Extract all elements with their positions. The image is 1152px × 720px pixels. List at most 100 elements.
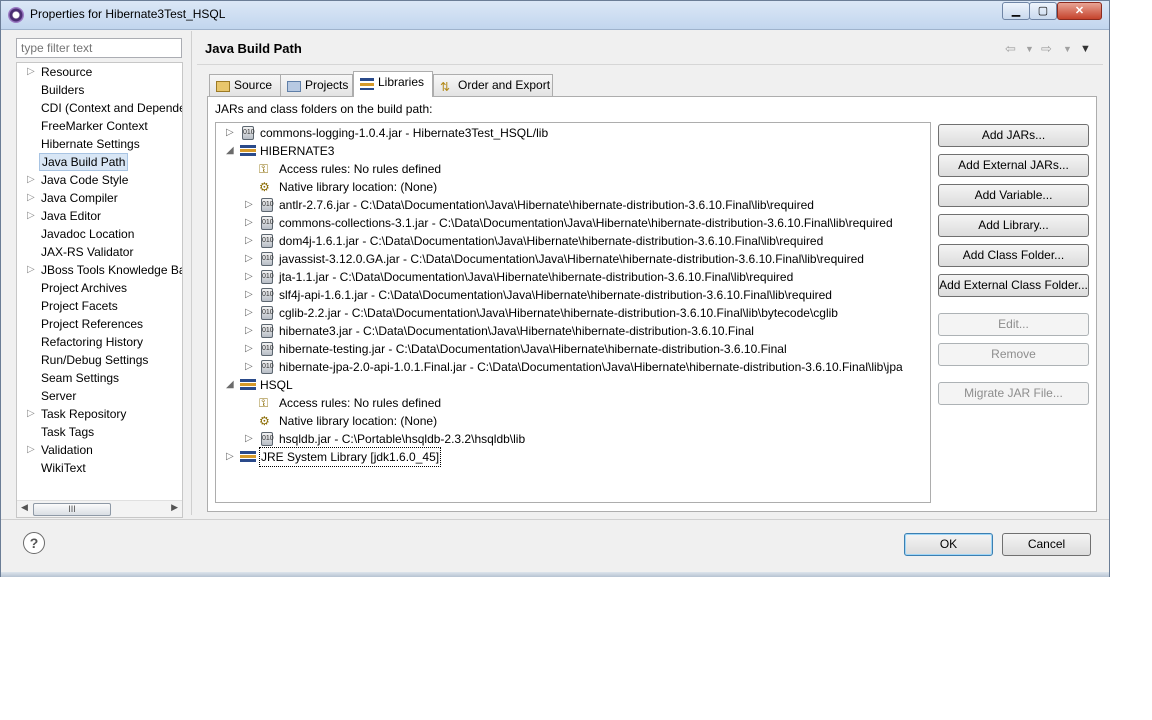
tab-source[interactable]: Source [209, 74, 281, 96]
expand-arrow-icon[interactable]: ▷ [27, 207, 37, 225]
nav-item-label: Validation [41, 443, 93, 457]
expand-arrow-icon[interactable]: ▷ [245, 250, 255, 268]
build-path-entry[interactable]: ◢ HIBERNATE3 [216, 142, 930, 160]
migrate-jar-button[interactable]: Migrate JAR File... [938, 382, 1089, 405]
jar-icon: 010 [261, 252, 274, 266]
entry-label: Native library location: (None) [279, 414, 438, 428]
filter-input[interactable] [16, 38, 182, 58]
expand-arrow-icon[interactable]: ▷ [245, 214, 255, 232]
scroll-right-icon[interactable]: ▶ [171, 502, 178, 513]
build-path-tree[interactable]: ▷ 010 commons-logging-1.0.4.jar - Hibernat… [215, 122, 931, 503]
nav-item-label: Task Repository [41, 407, 127, 421]
expand-arrow-icon[interactable]: ▷ [245, 232, 255, 250]
add-jars-button[interactable]: Add JARs... [938, 124, 1089, 147]
jar-icon: 010 [261, 324, 274, 338]
build-path-entry[interactable]: ▷ 010 cglib-2.2.jar - C:\Data\Documentatio… [216, 304, 930, 322]
expand-arrow-icon[interactable]: ▷ [27, 405, 37, 423]
source-folder-icon [216, 81, 230, 92]
jar-icon: 010 [261, 270, 274, 284]
expand-arrow-icon[interactable]: ▷ [27, 63, 37, 81]
library-icon [240, 450, 256, 464]
remove-button[interactable]: Remove [938, 343, 1089, 366]
expand-arrow-icon[interactable]: ▷ [226, 448, 236, 466]
build-path-entry[interactable]: ▷ 010 commons-logging-1.0.4.jar - Hibernat… [216, 124, 930, 142]
build-path-entry[interactable]: ▷ 010 hibernate-jpa-2.0-api-1.0.1.Final.ja… [216, 358, 930, 376]
expand-arrow-icon[interactable]: ▷ [245, 304, 255, 322]
forward-arrow-icon[interactable]: ⇨ [1041, 41, 1052, 57]
tab-order-export[interactable]: ⇅ Order and Export [433, 74, 553, 96]
add-library-button[interactable]: Add Library... [938, 214, 1089, 237]
nav-item-label: Java Compiler [41, 191, 118, 205]
edit-button[interactable]: Edit... [938, 313, 1089, 336]
entry-label: cglib-2.2.jar - C:\Data\Documentation\Ja… [279, 306, 838, 320]
add-external-class-folder-button[interactable]: Add External Class Folder... [938, 274, 1089, 297]
build-path-entry[interactable]: ⚿ Access rules: No rules defined [216, 160, 930, 178]
window-bottom-edge [1, 572, 1109, 577]
build-path-entry[interactable]: ▷ 010 jta-1.1.jar - C:\Data\Documentation\… [216, 268, 930, 286]
ok-button[interactable]: OK [904, 533, 993, 556]
collapse-arrow-icon[interactable]: ◢ [226, 142, 236, 160]
entry-label: HIBERNATE3 [260, 144, 335, 158]
back-menu-icon[interactable]: ▼ [1025, 44, 1034, 54]
view-menu-icon[interactable]: ▼ [1080, 43, 1091, 55]
window-title: Properties for Hibernate3Test_HSQL [30, 7, 226, 21]
build-path-entry[interactable]: ⚿ Access rules: No rules defined [216, 394, 930, 412]
add-class-folder-button[interactable]: Add Class Folder... [938, 244, 1089, 267]
nav-item-label: Resource [41, 65, 93, 79]
build-path-entry[interactable]: ▷ JRE System Library [jdk1.6.0_45] [216, 447, 930, 467]
scroll-thumb[interactable]: III [33, 503, 111, 516]
jar-icon: 010 [261, 432, 274, 446]
tab-libraries[interactable]: Libraries [353, 71, 433, 97]
nav-horizontal-scrollbar[interactable]: ◀ III ▶ [17, 500, 182, 517]
expand-arrow-icon[interactable]: ▷ [27, 171, 37, 189]
add-external-jars-button[interactable]: Add External JARs... [938, 154, 1089, 177]
cancel-button[interactable]: Cancel [1002, 533, 1091, 556]
build-path-entry[interactable]: ⚙ Native library location: (None) [216, 178, 930, 196]
build-path-entry[interactable]: ▷ 010 antlr-2.7.6.jar - C:\Data\Documentat… [216, 196, 930, 214]
jar-icon: 010 [261, 306, 274, 320]
expand-arrow-icon[interactable]: ▷ [245, 286, 255, 304]
build-path-entry[interactable]: ▷ 010 javassist-3.12.0.GA.jar - C:\Data\Do… [216, 250, 930, 268]
jar-icon: 010 [261, 216, 274, 230]
build-path-entry[interactable]: ◢ HSQL [216, 376, 930, 394]
expand-arrow-icon[interactable]: ▷ [245, 430, 255, 448]
tab-projects[interactable]: Projects [280, 74, 353, 96]
footer-divider [1, 519, 1109, 520]
order-export-icon: ⇅ [440, 80, 451, 94]
build-path-entry[interactable]: ▷ 010 commons-collections-3.1.jar - C:\Dat… [216, 214, 930, 232]
close-button[interactable]: ✕ [1057, 2, 1102, 20]
expand-arrow-icon[interactable]: ▷ [27, 261, 37, 279]
expand-arrow-icon[interactable]: ▷ [27, 441, 37, 459]
build-path-entry[interactable]: ▷ 010 hibernate-testing.jar - C:\Data\Docu… [216, 340, 930, 358]
build-path-entry[interactable]: ▷ 010 dom4j-1.6.1.jar - C:\Data\Documentat… [216, 232, 930, 250]
forward-menu-icon[interactable]: ▼ [1063, 44, 1072, 54]
expand-arrow-icon[interactable]: ▷ [245, 358, 255, 376]
expand-arrow-icon[interactable]: ▷ [245, 268, 255, 286]
tab-label: Source [234, 78, 273, 92]
build-path-entry[interactable]: ▷ 010 hibernate3.jar - C:\Data\Documentati… [216, 322, 930, 340]
scroll-left-icon[interactable]: ◀ [21, 502, 28, 513]
pane-splitter[interactable] [191, 31, 192, 515]
build-path-entry[interactable]: ▷ 010 hsqldb.jar - C:\Portable\hsqldb-2.3.… [216, 430, 930, 448]
add-variable-button[interactable]: Add Variable... [938, 184, 1089, 207]
expand-arrow-icon[interactable]: ▷ [245, 340, 255, 358]
properties-nav-tree[interactable]: ▷ Resource Builders CDI (Context and Depend… [16, 62, 183, 518]
expand-arrow-icon[interactable]: ▷ [27, 189, 37, 207]
expand-arrow-icon[interactable]: ▷ [245, 196, 255, 214]
entry-label: Access rules: No rules defined [279, 162, 442, 176]
collapse-arrow-icon[interactable]: ◢ [226, 376, 236, 394]
expand-arrow-icon[interactable]: ▷ [226, 124, 236, 142]
entry-label: commons-collections-3.1.jar - C:\Data\Do… [279, 216, 893, 230]
entry-label: slf4j-api-1.6.1.jar - C:\Data\Documentat… [279, 288, 832, 302]
help-icon[interactable]: ? [23, 532, 45, 554]
expand-arrow-icon[interactable]: ▷ [245, 322, 255, 340]
build-path-entry[interactable]: ▷ 010 slf4j-api-1.6.1.jar - C:\Data\Docume… [216, 286, 930, 304]
nav-item-label: FreeMarker Context [41, 119, 148, 133]
maximize-button[interactable]: ▢ [1029, 2, 1057, 20]
build-path-entry[interactable]: ⚙ Native library location: (None) [216, 412, 930, 430]
nav-item-label: Refactoring History [41, 335, 144, 349]
back-arrow-icon[interactable]: ⇦ [1005, 41, 1016, 57]
projects-icon [287, 81, 301, 92]
minimize-button[interactable]: ▁ [1002, 2, 1030, 20]
entry-label: hibernate3.jar - C:\Data\Documentation\J… [279, 324, 754, 338]
